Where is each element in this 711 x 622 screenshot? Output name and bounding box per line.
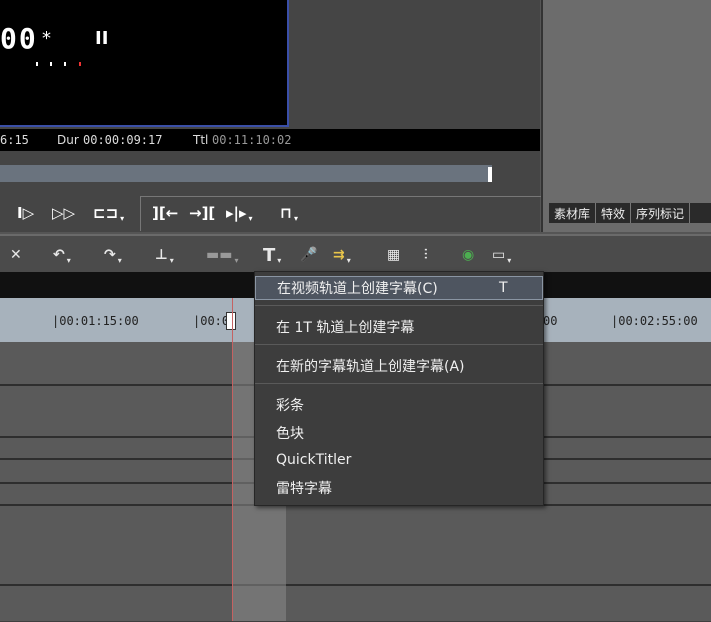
play-step-icon: I▷ <box>17 204 35 222</box>
screen-icon: ▭ <box>492 247 506 263</box>
menu-item-color-matte[interactable]: 色块 <box>255 421 543 445</box>
chevron-down-icon: ▾ <box>66 255 71 265</box>
playhead[interactable] <box>226 312 236 330</box>
level-tick <box>50 62 52 66</box>
menu-item-create-title-on-new-track[interactable]: 在新的字幕轨道上创建字幕(A) <box>255 354 543 378</box>
ruler-label: |00:02:55:00 <box>611 314 698 328</box>
video-preview[interactable] <box>0 0 289 127</box>
menu-item-label: 在视频轨道上创建字幕(C) <box>277 281 438 297</box>
asset-panel <box>541 0 711 232</box>
chevron-down-icon: ▾ <box>234 255 239 265</box>
tab-sequence-markers[interactable]: 序列标记 <box>631 203 691 223</box>
delete-button[interactable]: ✕ <box>10 244 22 266</box>
scrub-handle[interactable] <box>488 167 492 182</box>
tab-effects[interactable]: 特效 <box>596 203 632 223</box>
more-icon: ⊓ <box>280 204 292 222</box>
mark-in-icon: ][← <box>152 204 179 222</box>
mark-out-button[interactable]: →][ <box>189 200 215 226</box>
pause-icon: II <box>95 28 109 49</box>
microphone-icon: 🎤 <box>300 247 318 263</box>
menu-item-quicktitler[interactable]: QuickTitler <box>255 448 543 472</box>
export-icon: ⇉ <box>333 247 345 263</box>
fast-forward-icon: ▷▷ <box>52 204 76 222</box>
ruler-label: 00 <box>543 314 558 328</box>
menu-item-create-title-on-video-track[interactable]: 在视频轨道上创建字幕(C) T <box>255 276 543 300</box>
trim-icon: ⊥ <box>155 247 168 263</box>
split-clip-button[interactable]: ▬▬ ▾ <box>206 244 238 266</box>
menu-item-label: 在 1T 轨道上创建字幕 <box>276 320 415 336</box>
asset-tabs: 素材库 特效 序列标记 <box>549 203 711 223</box>
mark-out-icon: →][ <box>189 204 216 222</box>
level-tick <box>64 62 66 66</box>
redo-button[interactable]: ↷ ▾ <box>104 244 122 266</box>
mark-in-button[interactable]: ][← <box>152 200 178 226</box>
menu-item-shortcut: T <box>499 280 508 296</box>
delete-icon: ✕ <box>10 247 22 263</box>
total-label: Ttl <box>193 133 209 147</box>
voiceover-button[interactable]: 🎤 <box>300 244 317 266</box>
grid-icon: ▦ <box>387 247 401 263</box>
tab-library[interactable]: 素材库 <box>549 203 597 223</box>
menu-item-leite-titler[interactable]: 雷特字幕 <box>255 476 543 500</box>
color-correction-button[interactable]: ◉ <box>462 244 474 266</box>
menu-item-color-bars[interactable]: 彩条 <box>255 393 543 417</box>
chevron-down-icon: ▾ <box>277 255 282 265</box>
split-icon: ▸|▸ <box>226 204 247 222</box>
split-clip-icon: ▬▬ <box>206 247 233 263</box>
menu-divider <box>255 383 543 384</box>
more-transport-button[interactable]: ⊓ ▾ <box>280 200 298 226</box>
export-button[interactable]: ⇉ ▾ <box>333 244 351 266</box>
menu-item-label: 雷特字幕 <box>276 481 332 497</box>
undo-icon: ↶ <box>53 247 65 263</box>
chevron-down-icon: ▾ <box>346 255 351 265</box>
loop-button[interactable]: ⊏⊐ ▾ <box>93 200 124 226</box>
screen-button[interactable]: ▭ ▾ <box>492 244 511 266</box>
ruler-label: |00:01:15:00 <box>52 314 139 328</box>
redo-icon: ↷ <box>104 247 116 263</box>
duration-value: 00:00:09:17 <box>83 133 163 147</box>
track[interactable] <box>0 532 711 559</box>
chevron-down-icon: ▾ <box>120 213 125 223</box>
track[interactable] <box>0 558 711 585</box>
level-tick <box>79 62 81 66</box>
level-tick <box>36 62 38 66</box>
menu-divider <box>255 305 543 306</box>
menu-item-label: 彩条 <box>276 398 304 414</box>
title-button[interactable]: T ▾ <box>263 244 281 266</box>
chevron-down-icon: ▾ <box>169 255 174 265</box>
mixer-icon: ⫶ <box>424 247 428 263</box>
title-icon: T <box>263 244 276 266</box>
track[interactable] <box>0 586 711 622</box>
menu-item-create-title-on-1t-track[interactable]: 在 1T 轨道上创建字幕 <box>255 315 543 339</box>
step-play-button[interactable]: I▷ <box>17 200 34 226</box>
color-wheel-icon: ◉ <box>462 247 475 263</box>
trim-button[interactable]: ⊥ ▾ <box>155 244 174 266</box>
in-point-line <box>232 298 233 621</box>
fast-forward-button[interactable]: ▷▷ <box>52 200 75 226</box>
menu-item-label: 色块 <box>276 426 304 442</box>
chevron-down-icon: ▾ <box>293 213 298 223</box>
scrub-bar[interactable] <box>0 165 492 182</box>
loop-icon: ⊏⊐ <box>93 204 119 222</box>
mixer-button[interactable]: ⫶ <box>424 244 428 266</box>
current-timecode: 6:15 <box>0 133 29 147</box>
chevron-down-icon: ▾ <box>507 255 512 265</box>
title-context-menu: 在视频轨道上创建字幕(C) T 在 1T 轨道上创建字幕 在新的字幕轨道上创建字… <box>254 271 544 506</box>
track[interactable] <box>0 506 711 533</box>
chevron-down-icon: ▾ <box>117 255 122 265</box>
split-button[interactable]: ▸|▸ ▾ <box>226 200 253 226</box>
asterisk-indicator: * <box>42 28 51 49</box>
menu-divider <box>255 344 543 345</box>
total-value: 00:11:10:02 <box>212 133 292 147</box>
preview-timecode: 00 <box>0 22 38 55</box>
menu-item-label: QuickTitler <box>276 452 352 468</box>
chevron-down-icon: ▾ <box>248 213 253 223</box>
ruler-label: |00:0 <box>193 314 230 328</box>
menu-item-label: 在新的字幕轨道上创建字幕(A) <box>276 359 465 375</box>
grid-button[interactable]: ▦ <box>387 244 400 266</box>
undo-button[interactable]: ↶ ▾ <box>53 244 71 266</box>
duration-label: Dur <box>57 133 79 147</box>
